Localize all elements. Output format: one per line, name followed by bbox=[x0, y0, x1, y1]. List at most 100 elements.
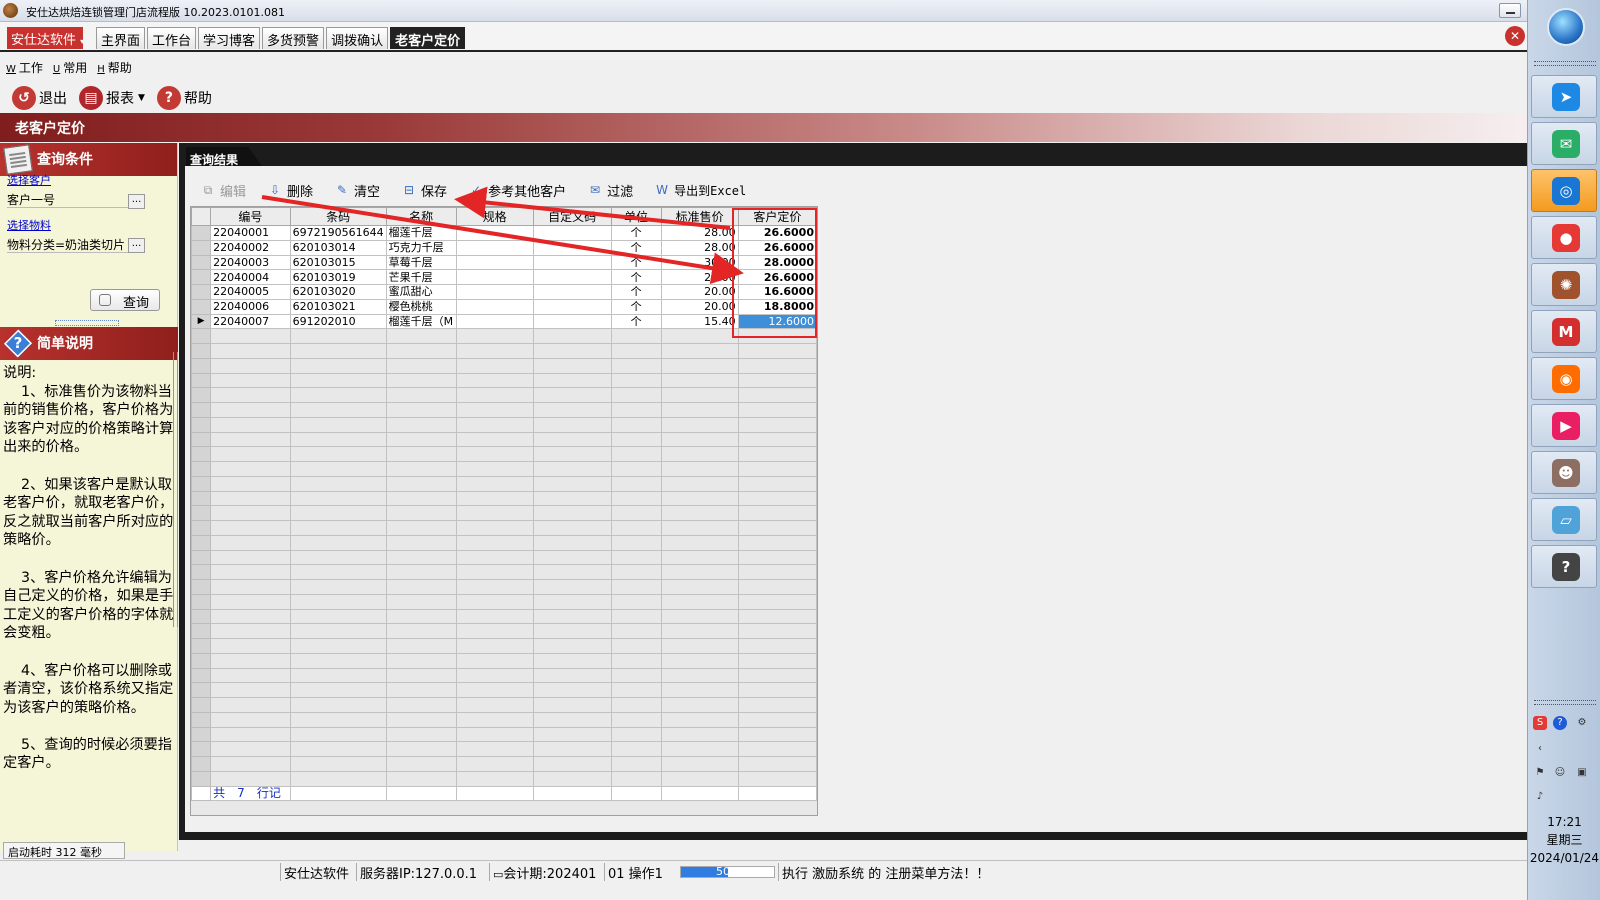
panel-splitter[interactable] bbox=[55, 320, 119, 326]
select-material-link[interactable]: 选择物料 bbox=[7, 217, 51, 233]
table-row[interactable]: ▶ 22040007 691202010 榴莲千层（M 个 15.40 12.6000 bbox=[191, 313, 817, 330]
qq-icon[interactable]: ☺ bbox=[1553, 766, 1567, 780]
row-indicator[interactable] bbox=[191, 770, 212, 787]
row-indicator[interactable] bbox=[191, 446, 212, 462]
cell-price[interactable] bbox=[737, 549, 817, 566]
row-indicator[interactable] bbox=[191, 564, 212, 580]
select-customer-link[interactable]: 选择客户 bbox=[7, 172, 51, 188]
table-row[interactable]: 22040002 620103014 巧克力千层 个 28.00 26.6000 bbox=[191, 239, 817, 256]
row-indicator[interactable] bbox=[191, 711, 212, 728]
row-indicator[interactable] bbox=[191, 520, 212, 536]
sogou-ime-icon[interactable]: S bbox=[1533, 716, 1547, 730]
menu-common[interactable]: U 常用 bbox=[53, 59, 87, 79]
vertical-splitter[interactable] bbox=[173, 352, 178, 627]
row-indicator[interactable] bbox=[191, 372, 212, 389]
customer-field[interactable]: 客户一号 bbox=[7, 191, 145, 208]
row-indicator[interactable] bbox=[191, 593, 212, 610]
cell-price[interactable] bbox=[737, 461, 817, 477]
taskbar-app-button[interactable]: M bbox=[1531, 310, 1597, 353]
help-tray-icon[interactable]: ? bbox=[1553, 716, 1567, 730]
row-indicator[interactable] bbox=[191, 402, 212, 418]
cell-price[interactable] bbox=[737, 638, 817, 654]
flag-icon[interactable]: ⚑ bbox=[1533, 766, 1547, 780]
cell-price[interactable] bbox=[737, 520, 817, 536]
row-indicator[interactable] bbox=[191, 416, 212, 433]
cell-price[interactable] bbox=[737, 431, 817, 448]
row-indicator[interactable] bbox=[191, 549, 212, 566]
tab-old-customer-pricing[interactable]: 老客户定价 bbox=[390, 27, 466, 49]
query-button[interactable]: 查询 bbox=[90, 289, 160, 311]
taskbar-app-button[interactable]: ◉ bbox=[1531, 357, 1597, 400]
table-row[interactable]: 22040006 620103021 樱色桃桃 个 20.00 18.8000 bbox=[191, 298, 817, 315]
edit-button[interactable]: ⧉ 编辑 bbox=[201, 180, 246, 200]
cell-price[interactable] bbox=[737, 446, 817, 462]
filter-button[interactable]: ✉ 过滤 bbox=[588, 180, 633, 200]
cell-price[interactable] bbox=[737, 608, 817, 625]
cell-price[interactable] bbox=[737, 579, 817, 595]
row-indicator[interactable] bbox=[191, 431, 212, 448]
cell-price[interactable]: 26.6000 bbox=[737, 239, 817, 256]
row-indicator[interactable] bbox=[191, 667, 212, 684]
row-indicator[interactable]: ▶ bbox=[191, 313, 212, 330]
row-indicator[interactable] bbox=[191, 343, 212, 359]
row-indicator[interactable] bbox=[191, 579, 212, 595]
export-excel-button[interactable]: W 导出到Excel bbox=[655, 180, 746, 200]
exit-button[interactable]: ↺ 退出 bbox=[12, 84, 67, 112]
volume-icon[interactable]: ♪ bbox=[1533, 790, 1547, 804]
save-button[interactable]: ⊟ 保存 bbox=[402, 180, 447, 200]
cell-price[interactable]: 26.6000 bbox=[737, 225, 817, 241]
row-indicator[interactable] bbox=[191, 505, 212, 521]
column-header[interactable]: 单位 bbox=[610, 207, 662, 226]
row-indicator[interactable] bbox=[191, 475, 212, 492]
material-picker-button[interactable]: ... bbox=[128, 238, 145, 253]
row-indicator[interactable] bbox=[191, 239, 212, 256]
row-indicator[interactable] bbox=[191, 697, 212, 713]
row-indicator[interactable] bbox=[191, 756, 212, 772]
row-indicator[interactable] bbox=[191, 387, 212, 403]
row-indicator[interactable] bbox=[191, 269, 212, 285]
row-indicator[interactable] bbox=[191, 357, 212, 374]
brand-menu-button[interactable]: 安仕达软件 ▾ bbox=[7, 27, 84, 49]
column-header[interactable]: 编号 bbox=[210, 207, 291, 226]
tab-transfer-confirm[interactable]: 调拨确认 bbox=[326, 27, 389, 49]
network-icon[interactable]: ▣ bbox=[1575, 766, 1589, 780]
cell-price[interactable] bbox=[737, 357, 817, 374]
cell-price[interactable] bbox=[737, 490, 817, 507]
reference-other-customer-button[interactable]: ✓ 参考其他客户 bbox=[469, 180, 566, 200]
tab-main[interactable]: 主界面 bbox=[96, 27, 146, 49]
cell-price[interactable] bbox=[737, 652, 817, 669]
row-indicator[interactable] bbox=[191, 461, 212, 477]
cell-price[interactable]: 28.0000 bbox=[737, 254, 817, 271]
row-indicator[interactable] bbox=[191, 534, 212, 551]
row-indicator[interactable] bbox=[191, 623, 212, 639]
cell-price[interactable] bbox=[737, 770, 817, 787]
table-row[interactable]: 22040001 6972190561644 榴莲千层 个 28.00 26.6000 bbox=[191, 225, 817, 241]
cell-price[interactable] bbox=[737, 387, 817, 403]
minimize-button[interactable] bbox=[1499, 3, 1521, 18]
row-indicator[interactable] bbox=[191, 741, 212, 757]
row-indicator[interactable] bbox=[191, 328, 212, 344]
system-clock[interactable]: 17:21 星期三 2024/01/24 bbox=[1528, 813, 1600, 867]
cell-price[interactable] bbox=[737, 505, 817, 521]
cell-price[interactable]: 16.6000 bbox=[737, 284, 817, 300]
cell-price[interactable] bbox=[737, 593, 817, 610]
table-row[interactable]: 22040004 620103019 芒果千层 个 28.00 26.6000 bbox=[191, 269, 817, 285]
windows-start-icon[interactable] bbox=[1547, 8, 1585, 46]
row-indicator[interactable] bbox=[191, 608, 212, 625]
close-tab-icon[interactable]: ✕ bbox=[1505, 26, 1525, 46]
row-indicator[interactable] bbox=[191, 652, 212, 669]
row-indicator[interactable] bbox=[191, 490, 212, 507]
cell-price[interactable] bbox=[737, 756, 817, 772]
column-header[interactable]: 自定义码 bbox=[532, 207, 612, 226]
cell-price[interactable] bbox=[737, 623, 817, 639]
tab-workbench[interactable]: 工作台 bbox=[147, 27, 197, 49]
cell-price[interactable] bbox=[737, 667, 817, 684]
cell-price[interactable] bbox=[737, 343, 817, 359]
column-header[interactable]: 条码 bbox=[289, 207, 387, 226]
help-button[interactable]: ? 帮助 bbox=[156, 84, 212, 112]
menu-work[interactable]: W 工作 bbox=[6, 59, 43, 79]
column-header[interactable]: 规格 bbox=[455, 207, 534, 226]
report-button[interactable]: ▤ 报表 ▼ bbox=[79, 84, 145, 112]
cell-price[interactable] bbox=[737, 741, 817, 757]
customer-picker-button[interactable]: ... bbox=[128, 194, 145, 209]
